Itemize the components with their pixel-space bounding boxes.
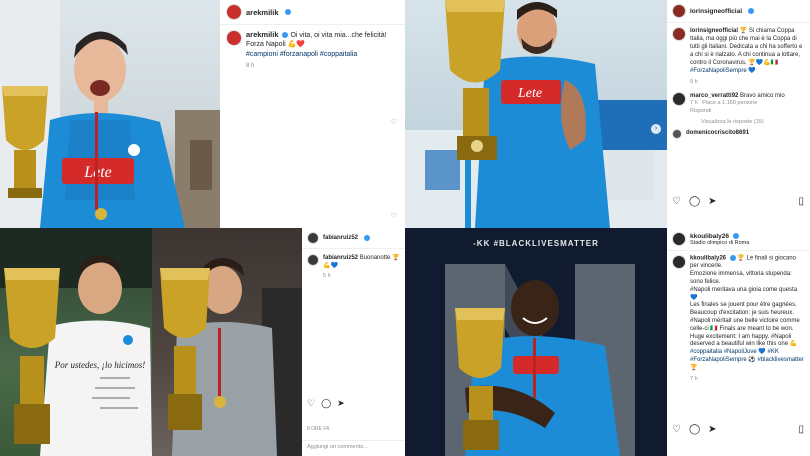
caption-line: Les finales se jouent pour être gagnées. <box>690 302 797 309</box>
post-location[interactable]: Stadio olimpico di Roma <box>690 240 749 246</box>
avatar[interactable] <box>226 4 242 20</box>
avatar[interactable] <box>672 128 682 139</box>
jersey-sponsor-text: Lete <box>517 86 542 101</box>
shirt-handwriting: Por ustedes, ¡lo hicimos! <box>54 360 146 370</box>
post-header: lorinsigneofficial <box>667 0 810 23</box>
caption: lorinsigneofficial 🏆 Si chiama Coppa Ita… <box>667 23 810 90</box>
milik-sidebar: arekmilik arekmilik Oi vita, oi vita mia… <box>220 0 405 228</box>
heart-icon[interactable]: ♡ <box>307 398 315 409</box>
ruiz-photo-right <box>152 228 302 456</box>
post-header: arekmilik <box>220 0 405 25</box>
avatar[interactable] <box>672 91 686 106</box>
username[interactable]: kkoulibaly26 <box>690 233 729 240</box>
ruiz-photo-left: Por ustedes, ¡lo hicimos! <box>0 228 152 456</box>
comment-icon[interactable]: ◯ <box>689 424 700 435</box>
verified-icon <box>282 32 289 39</box>
post-insigne: Lete › lorinsigneofficial lorinsigneoffi… <box>405 0 810 228</box>
caption-line: Beaucoup d'excitation: je suis heureux. <box>690 310 794 317</box>
bookmark-icon[interactable]: ▯ <box>798 424 804 435</box>
caption-username[interactable]: fabianruiz52 <box>323 255 358 261</box>
avatar[interactable] <box>672 255 686 269</box>
post-timestamp: 8 ORE FA <box>307 426 330 432</box>
avatar[interactable] <box>307 232 319 244</box>
verified-icon <box>732 232 739 239</box>
post-koulibaly: -KK #BLACKLIVESMATTER kkoulibaly26 Stadi… <box>405 228 810 456</box>
verified-icon <box>748 8 755 14</box>
caption-username[interactable]: lorinsigneofficial <box>690 28 738 34</box>
post-header: fabianruiz52 <box>302 228 405 249</box>
avatar[interactable] <box>226 30 242 46</box>
caption-line: #Napoli méritait une belle victoire comm… <box>690 317 800 332</box>
view-replies-link[interactable]: Visualizza le risposte (15) <box>667 117 810 127</box>
username[interactable]: lorinsigneofficial <box>690 8 742 15</box>
caption-hashtags[interactable]: #ForzaNapoliSempre 💙 <box>690 67 805 75</box>
reply-link[interactable]: Rispondi <box>690 108 785 115</box>
post-actions: ♡ ◯ ➤ <box>672 424 717 435</box>
comment-username[interactable]: marco_verratti92 <box>690 93 738 99</box>
heart-icon[interactable]: ♡ <box>672 196 681 207</box>
comment-icon[interactable]: ◯ <box>689 196 700 207</box>
banner-text: -KK #BLACKLIVESMATTER <box>473 239 599 248</box>
caption-line: Huge excitement: I am happy. #Napoli des… <box>690 333 798 348</box>
username[interactable]: arekmilik <box>246 8 279 17</box>
ruiz-photo-right-art <box>160 258 302 456</box>
post-time: 8 h <box>246 63 255 70</box>
verified-icon <box>364 235 371 241</box>
share-icon[interactable]: ➤ <box>708 424 716 435</box>
ruiz-sidebar: fabianruiz52 fabianruiz52 Buonanotte 🏆💪💙… <box>302 228 405 456</box>
post-actions: ♡ ◯ ➤ <box>307 398 345 409</box>
insigne-photo: Lete › <box>405 0 667 228</box>
ruiz-photo-left-art: Por ustedes, ¡lo hicimos! <box>0 228 152 456</box>
koulibaly-photo: -KK #BLACKLIVESMATTER <box>405 228 667 456</box>
heart-icon[interactable]: ♡ <box>391 212 397 220</box>
post-time: 9 h <box>690 78 698 85</box>
comment: marco_verratti92 Bravo amico mio 7 h Pia… <box>667 90 810 117</box>
comment-icon[interactable]: ◯ <box>321 398 331 409</box>
heart-icon[interactable]: ♡ <box>672 424 681 435</box>
post-ruiz: Por ustedes, ¡lo hicimos! fabianruiz52 f… <box>0 228 405 456</box>
post-time: 7 h <box>690 375 698 382</box>
post-milik: Lete arekmilik arekmilik Oi vita, oi vit… <box>0 0 405 228</box>
carousel-next-icon[interactable]: › <box>651 124 661 134</box>
caption: kkoulibaly26 🏆 Le finali si giocano per … <box>667 251 810 387</box>
insigne-photo-art: Lete <box>405 0 667 228</box>
milik-photo: Lete <box>0 0 220 228</box>
share-icon[interactable]: ➤ <box>337 398 345 409</box>
share-icon[interactable]: ➤ <box>708 196 716 207</box>
comment-likes[interactable]: Piace a 1.160 persone <box>702 100 757 106</box>
post-actions: ♡ ◯ ➤ <box>672 196 717 207</box>
comment: domenicocriscito8691 <box>667 127 810 141</box>
avatar[interactable] <box>307 254 319 266</box>
verified-icon <box>729 255 736 261</box>
caption: arekmilik Oi vita, oi vita mia...che fel… <box>220 25 405 75</box>
username[interactable]: fabianruiz52 <box>323 235 358 241</box>
caption-hashtags[interactable]: #coppaitalia #NapoliJuve 💙 #KK #ForzaNap… <box>690 349 805 372</box>
caption: fabianruiz52 Buonanotte 🏆💪💙 5 h <box>302 249 405 286</box>
add-comment-input[interactable]: Aggiungi un commento... <box>302 440 405 453</box>
comment-time: 7 h <box>690 100 698 107</box>
caption-line: #Napoli meritava una gioia come questa 💙 <box>690 286 798 301</box>
verified-icon <box>284 9 291 15</box>
comment-meta: 7 h Piace a 1.160 persone <box>690 100 785 107</box>
koulibaly-photo-art: -KK #BLACKLIVESMATTER <box>405 228 667 456</box>
comment-username[interactable]: domenicocriscito8691 <box>686 129 749 139</box>
avatar[interactable] <box>672 27 686 41</box>
heart-icon[interactable]: ♡ <box>391 118 397 126</box>
caption-line: Emozione immensa, vittoria stupenda: son… <box>690 271 792 285</box>
koulibaly-sidebar: kkoulibaly26 Stadio olimpico di Roma kko… <box>667 228 810 456</box>
milik-photo-art: Lete <box>0 0 220 228</box>
caption-hashtags[interactable]: #campioni #forzanapoli #coppaitalia <box>246 50 399 59</box>
post-header: kkoulibaly26 Stadio olimpico di Roma <box>667 228 810 251</box>
insigne-sidebar: lorinsigneofficial lorinsigneofficial 🏆 … <box>667 0 810 228</box>
avatar[interactable] <box>672 232 686 246</box>
comment-text: Bravo amico mio <box>740 92 785 99</box>
post-time: 5 h <box>323 273 331 280</box>
avatar[interactable] <box>672 4 686 18</box>
caption-username[interactable]: kkoulibaly26 <box>690 256 726 262</box>
bookmark-icon[interactable]: ▯ <box>798 196 804 207</box>
caption-username[interactable]: arekmilik <box>246 30 279 39</box>
